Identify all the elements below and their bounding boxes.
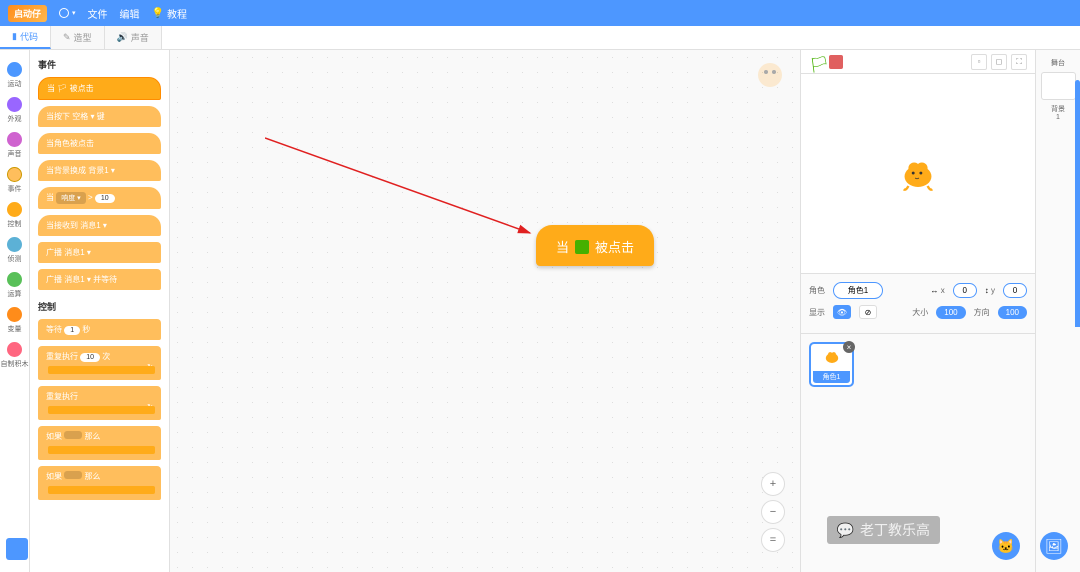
category-events[interactable]: 事件 <box>0 167 29 194</box>
block-palette: 事件 当 🏳 被点击 当按下 空格 ▾ 键 当角色被点击 当背景换成 背景1 ▾… <box>30 50 170 572</box>
y-label: y <box>991 286 995 295</box>
backdrop-label: 背景 <box>1040 104 1076 114</box>
tutorials-button[interactable]: 💡 教程 <box>152 6 187 21</box>
editor-tabs: ▮ 代码 ✎ 造型 🔊 声音 <box>0 26 1080 50</box>
x-label: x <box>941 286 945 295</box>
stage-header: 🏳 ▫ ◻ ⛶ <box>801 50 1035 74</box>
show-button[interactable]: 👁 <box>833 305 851 319</box>
right-panel: 🏳 ▫ ◻ ⛶ <box>800 50 1080 572</box>
palette-section-control: 控制 <box>38 300 161 313</box>
chevron-down-icon: ▾ <box>72 9 76 17</box>
sprite-thumb-name: 角色1 <box>813 371 850 383</box>
watermark: 💬 老丁教乐高 <box>827 516 940 544</box>
block-repeat[interactable]: 重复执行 10 次 ↻ <box>38 346 161 380</box>
sprite-name-input[interactable]: 角色1 <box>833 282 883 299</box>
language-menu[interactable]: ▾ <box>59 8 76 18</box>
sprite-direction-input[interactable]: 100 <box>998 306 1027 319</box>
zoom-reset-button[interactable]: = <box>761 528 785 552</box>
backdrop-count: 1 <box>1040 114 1076 121</box>
category-motion[interactable]: 运动 <box>0 62 29 89</box>
arrow-annotation <box>265 128 545 248</box>
block-text-prefix: 当 <box>556 237 569 256</box>
sprite-name-label: 角色 <box>809 285 825 296</box>
sprite-info-panel: 角色 角色1 ↔ x 0 ↕ y 0 显示 👁 ⊘ 大小 100 方向 100 <box>801 274 1035 334</box>
add-backdrop-button[interactable]: 🖼 <box>1040 532 1068 560</box>
category-operators[interactable]: 运算 <box>0 272 29 299</box>
block-when-loudness[interactable]: 当 响度 ▾ > 10 <box>38 187 161 209</box>
category-control[interactable]: 控制 <box>0 202 29 229</box>
file-menu[interactable]: 文件 <box>88 6 108 21</box>
zoom-out-button[interactable]: − <box>761 500 785 524</box>
edit-menu[interactable]: 编辑 <box>120 6 140 21</box>
stop-button[interactable] <box>829 55 843 69</box>
block-broadcast-wait[interactable]: 广播 消息1 ▾ 并等待 <box>38 269 161 290</box>
script-canvas[interactable]: 当 被点击 + − = <box>170 50 800 572</box>
category-looks[interactable]: 外观 <box>0 97 29 124</box>
block-text-suffix: 被点击 <box>595 237 634 256</box>
menu-bar: 启动仔 ▾ 文件 编辑 💡 教程 <box>0 0 1080 26</box>
block-if[interactable]: 如果 那么 <box>38 426 161 460</box>
globe-icon <box>59 8 69 18</box>
palette-section-events: 事件 <box>38 58 161 71</box>
wechat-icon: 💬 <box>837 522 854 539</box>
delete-sprite-button[interactable]: × <box>843 341 855 353</box>
tab-code-label: 代码 <box>20 30 38 43</box>
scrollbar[interactable] <box>1075 80 1080 492</box>
block-broadcast[interactable]: 广播 消息1 ▾ <box>38 242 161 263</box>
stage-column: 舞台 背景 1 <box>1035 50 1080 572</box>
tab-sounds-label: 声音 <box>131 31 149 44</box>
category-myblocks[interactable]: 自制积木 <box>0 342 29 369</box>
block-if-else[interactable]: 如果 那么 <box>38 466 161 500</box>
block-when-key-pressed[interactable]: 当按下 空格 ▾ 键 <box>38 106 161 127</box>
category-column: 运动 外观 声音 事件 控制 侦测 运算 变量 自制积木 <box>0 50 30 572</box>
tab-code[interactable]: ▮ 代码 <box>0 26 51 49</box>
stage-small-button[interactable]: ▫ <box>971 54 987 70</box>
sprite-thumb-1[interactable]: × 角色1 <box>809 342 854 387</box>
stage-large-button[interactable]: ◻ <box>991 54 1007 70</box>
sprite-x-input[interactable]: 0 <box>953 283 977 298</box>
stage-header-label: 舞台 <box>1040 58 1076 68</box>
tab-costumes[interactable]: ✎ 造型 <box>51 26 105 49</box>
category-sensing[interactable]: 侦测 <box>0 237 29 264</box>
canvas-block-when-flag-clicked[interactable]: 当 被点击 <box>536 225 654 266</box>
size-label: 大小 <box>912 307 928 318</box>
stage-sprite-cat <box>894 150 942 198</box>
block-when-receive[interactable]: 当接收到 消息1 ▾ <box>38 215 161 236</box>
tab-costumes-label: 造型 <box>74 31 92 44</box>
extensions-button[interactable] <box>6 538 28 560</box>
block-forever[interactable]: 重复执行 ↻ <box>38 386 161 420</box>
hide-button[interactable]: ⊘ <box>859 305 877 319</box>
visibility-label: 显示 <box>809 307 825 318</box>
stage-fullscreen-button[interactable]: ⛶ <box>1011 54 1027 70</box>
sprite-y-input[interactable]: 0 <box>1003 283 1027 298</box>
category-sound[interactable]: 声音 <box>0 132 29 159</box>
tab-sounds[interactable]: 🔊 声音 <box>105 26 162 49</box>
block-when-sprite-clicked[interactable]: 当角色被点击 <box>38 133 161 154</box>
category-variables[interactable]: 变量 <box>0 307 29 334</box>
flag-icon <box>575 240 589 254</box>
stage-thumbnail[interactable] <box>1041 72 1076 100</box>
add-sprite-button[interactable]: 🐱 <box>992 532 1020 560</box>
direction-label: 方向 <box>974 307 990 318</box>
watermark-text: 老丁教乐高 <box>860 520 930 540</box>
sprite-size-input[interactable]: 100 <box>936 306 965 319</box>
zoom-in-button[interactable]: + <box>761 472 785 496</box>
block-when-backdrop-switches[interactable]: 当背景换成 背景1 ▾ <box>38 160 161 181</box>
logo: 启动仔 <box>8 5 47 22</box>
block-wait[interactable]: 等待 1 秒 <box>38 319 161 340</box>
zoom-controls: + − = <box>761 472 785 552</box>
tutorials-label: 教程 <box>167 6 187 21</box>
sprite-watermark-icon <box>755 60 785 90</box>
green-flag-button[interactable]: 🏳 <box>809 55 823 69</box>
stage-preview[interactable] <box>801 74 1035 274</box>
block-when-flag-clicked[interactable]: 当 🏳 被点击 <box>38 77 161 100</box>
